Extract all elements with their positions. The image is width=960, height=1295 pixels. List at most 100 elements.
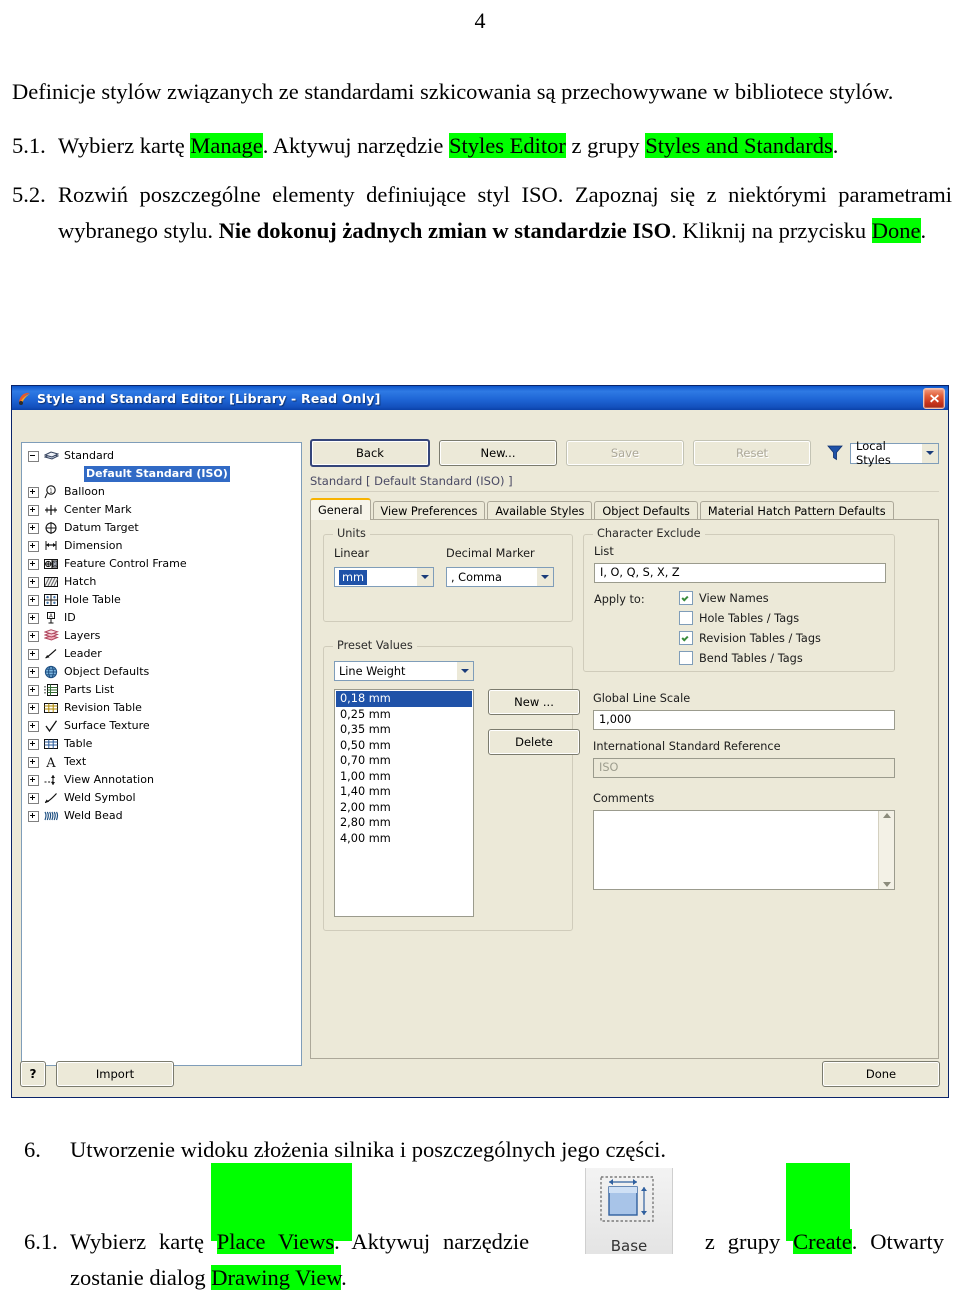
tree-item-layers[interactable]: Layers [28, 627, 301, 645]
tree-item-revision-table[interactable]: Revision Table [28, 699, 301, 717]
expand-icon[interactable] [28, 540, 39, 552]
tree-item-datum-target[interactable]: Datum Target [28, 519, 301, 537]
preset-value-item[interactable]: 2,80 mm [336, 815, 472, 831]
preset-value-item[interactable]: 0,25 mm [336, 707, 472, 723]
chevron-down-icon[interactable] [457, 662, 473, 680]
preset-delete-button[interactable]: Delete [488, 729, 580, 755]
tree-item-weld-bead[interactable]: Weld Bead [28, 807, 301, 825]
tab-material-hatch-pattern-defaults[interactable]: Material Hatch Pattern Defaults [699, 501, 894, 520]
checkbox-unchecked-icon[interactable] [679, 611, 693, 625]
tree-item-dimension[interactable]: Dimension [28, 537, 301, 555]
svg-text:1: 1 [49, 489, 52, 495]
expand-icon[interactable] [28, 774, 39, 786]
expand-icon[interactable] [28, 792, 39, 804]
import-button[interactable]: Import [56, 1061, 174, 1087]
checkbox-checked-icon[interactable] [679, 631, 693, 645]
help-icon[interactable]: ? [20, 1061, 46, 1087]
filter-icon[interactable] [826, 444, 844, 462]
expand-icon[interactable] [28, 702, 39, 714]
tab-view-preferences[interactable]: View Preferences [372, 501, 486, 520]
expand-icon[interactable] [28, 756, 39, 768]
expand-icon[interactable] [28, 558, 39, 570]
expand-icon[interactable] [28, 576, 39, 588]
chevron-down-icon[interactable] [920, 443, 938, 463]
scroll-down-icon[interactable] [882, 882, 891, 887]
preset-new-button[interactable]: New ... [488, 689, 580, 715]
checkbox-hole-tables-tags[interactable]: Hole Tables / Tags [679, 611, 821, 625]
tree-item-balloon[interactable]: 1 Balloon [28, 483, 301, 501]
checkbox-checked-icon[interactable] [679, 591, 693, 605]
apply-to-options[interactable]: View Names Hole Tables / Tags Revision Tab… [679, 591, 821, 671]
tree-item-label: Text [64, 755, 87, 768]
tree-item-text[interactable]: A Text [28, 753, 301, 771]
expand-icon[interactable] [28, 594, 39, 606]
tree-item-id[interactable]: A ID [28, 609, 301, 627]
preset-value-item[interactable]: 0,50 mm [336, 738, 472, 754]
chevron-down-icon[interactable] [537, 568, 553, 586]
checkbox-label: Bend Tables / Tags [699, 651, 803, 665]
tree-item-standard[interactable]: Standard [28, 447, 301, 465]
expand-icon[interactable] [28, 612, 39, 624]
done-button[interactable]: Done [822, 1061, 940, 1087]
tab-strip[interactable]: General View Preferences Available Styles O… [310, 498, 939, 520]
collapse-icon[interactable] [28, 450, 39, 462]
styles-tree-panel[interactable]: Standard Default Standard (ISO) 1 Balloon Ce… [21, 442, 302, 1066]
tree-item-hole-table[interactable]: Hole Table [28, 591, 301, 609]
dialog-titlebar[interactable]: Style and Standard Editor [Library - Rea… [12, 386, 948, 410]
preset-value-item[interactable]: 4,00 mm [336, 831, 472, 847]
exclude-list-input[interactable]: I, O, Q, S, X, Z [594, 563, 886, 583]
expand-icon[interactable] [28, 504, 39, 516]
tree-item-weld-symbol[interactable]: Weld Symbol [28, 789, 301, 807]
expand-icon[interactable] [28, 720, 39, 732]
comments-scrollbar[interactable] [878, 811, 894, 889]
tab-available-styles[interactable]: Available Styles [487, 501, 593, 520]
checkbox-view-names[interactable]: View Names [679, 591, 821, 605]
preset-value-item[interactable]: 0,70 mm [336, 753, 472, 769]
styles-tree[interactable]: Standard Default Standard (ISO) 1 Balloon Ce… [22, 443, 301, 825]
expand-icon[interactable] [28, 648, 39, 660]
tree-item-hatch[interactable]: Hatch [28, 573, 301, 591]
preset-value-item[interactable]: 0,35 mm [336, 722, 472, 738]
tab-object-defaults[interactable]: Object Defaults [594, 501, 698, 520]
tree-item-label: Hatch [64, 575, 97, 588]
checkbox-unchecked-icon[interactable] [679, 651, 693, 665]
expand-icon[interactable] [28, 666, 39, 678]
expand-icon[interactable] [28, 738, 39, 750]
tree-item-parts-list[interactable]: Parts List [28, 681, 301, 699]
expand-icon[interactable] [28, 486, 39, 498]
decimal-marker-select[interactable]: , Comma [446, 567, 554, 587]
tree-item-default-standard-iso[interactable]: Default Standard (ISO) [28, 465, 301, 483]
expand-icon[interactable] [28, 684, 39, 696]
back-button[interactable]: Back [310, 439, 430, 467]
tree-item-view-annotation[interactable]: View Annotation [28, 771, 301, 789]
checkbox-bend-tables-tags[interactable]: Bend Tables / Tags [679, 651, 821, 665]
tab-general[interactable]: General [310, 498, 371, 520]
comments-textarea[interactable] [593, 810, 895, 890]
tree-item-surface-texture[interactable]: Surface Texture [28, 717, 301, 735]
preset-values-list[interactable]: 0,18 mm 0,25 mm 0,35 mm 0,50 mm 0,70 mm 1,00 … [334, 689, 474, 917]
preset-value-item[interactable]: 1,40 mm [336, 784, 472, 800]
tree-item-table[interactable]: Table [28, 735, 301, 753]
preset-type-select[interactable]: Line Weight [334, 661, 474, 681]
close-icon[interactable] [923, 388, 945, 409]
checkbox-label: Hole Tables / Tags [699, 611, 800, 625]
chevron-down-icon[interactable] [417, 568, 433, 586]
global-line-scale-input[interactable]: 1,000 [593, 710, 895, 730]
expand-icon[interactable] [28, 522, 39, 534]
scroll-up-icon[interactable] [882, 813, 891, 818]
tree-item-feature-control-frame[interactable]: 1 Feature Control Frame [28, 555, 301, 573]
styles-filter-select[interactable]: Local Styles [850, 439, 939, 467]
tree-item-leader[interactable]: Leader [28, 645, 301, 663]
tree-item-center-mark[interactable]: Center Mark [28, 501, 301, 519]
tree-item-object-defaults[interactable]: Object Defaults [28, 663, 301, 681]
preset-value-item[interactable]: 0,18 mm [336, 691, 472, 707]
linear-units-select[interactable]: mm [334, 567, 434, 587]
preset-value-item[interactable]: 2,00 mm [336, 800, 472, 816]
new-button[interactable]: New... [439, 440, 557, 466]
expand-icon[interactable] [28, 630, 39, 642]
step-5-1: 5.1. Wybierz kartę Manage. Aktywuj narzę… [12, 128, 952, 164]
preset-value-item[interactable]: 1,00 mm [336, 769, 472, 785]
style-standard-editor-dialog[interactable]: Style and Standard Editor [Library - Rea… [11, 385, 949, 1098]
checkbox-revision-tables-tags[interactable]: Revision Tables / Tags [679, 631, 821, 645]
expand-icon[interactable] [28, 810, 39, 822]
